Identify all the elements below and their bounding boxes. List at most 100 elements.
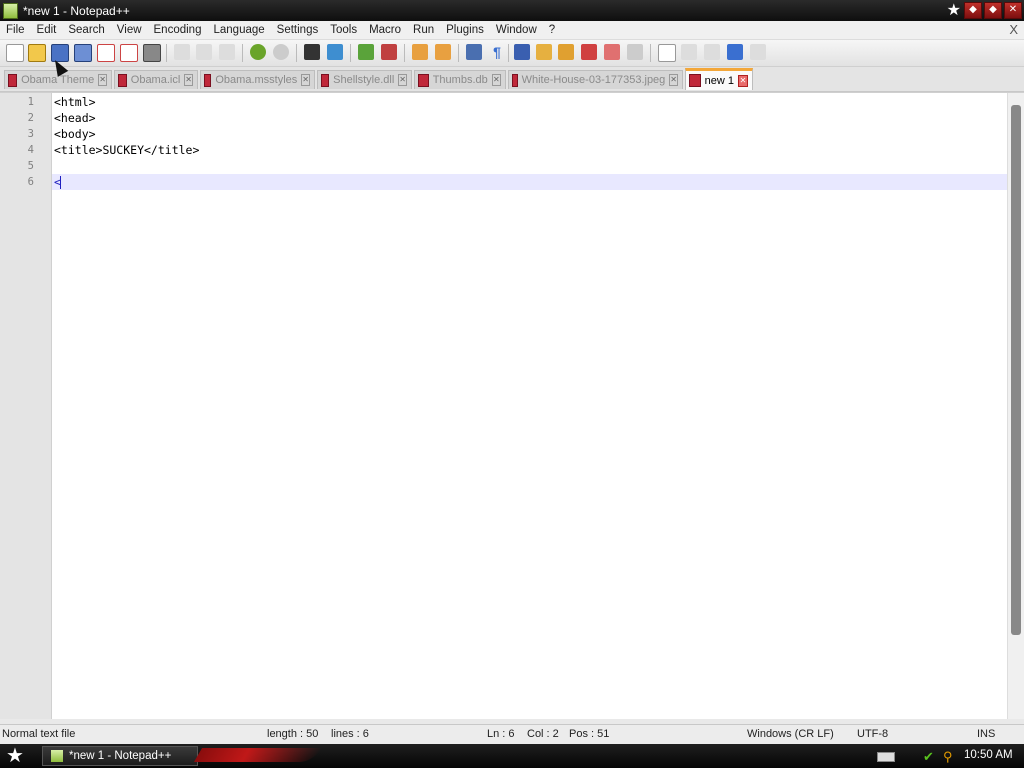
monitoring-icon[interactable]: [604, 44, 620, 60]
save-all-icon[interactable]: [74, 44, 92, 62]
tab-label: Shellstyle.dll: [333, 74, 395, 86]
code-line[interactable]: <title>SUCKEY</title>: [54, 143, 199, 157]
menu-encoding[interactable]: Encoding: [148, 24, 208, 36]
search-icon[interactable]: ⚲: [943, 749, 957, 764]
zoom-out-icon[interactable]: [381, 44, 397, 60]
star-icon[interactable]: ★: [947, 0, 961, 20]
minimize-button[interactable]: ◆: [964, 2, 982, 19]
code-line[interactable]: <body>: [54, 127, 96, 141]
file-icon: [204, 73, 212, 87]
menu-macro[interactable]: Macro: [363, 24, 407, 36]
network-icon[interactable]: ✔: [923, 749, 937, 764]
print-icon[interactable]: [143, 44, 161, 62]
toolbar-separator: [166, 44, 167, 62]
vertical-scrollbar[interactable]: [1007, 93, 1024, 719]
status-ln: Ln : 6: [487, 728, 515, 740]
sync-vertical-icon[interactable]: [412, 44, 428, 60]
text-caret: [60, 176, 61, 189]
find-icon[interactable]: [304, 44, 320, 60]
tab-thumbs-db[interactable]: Thumbs.db ✕: [414, 70, 506, 89]
replace-icon[interactable]: [327, 44, 343, 60]
file-icon: [689, 74, 701, 87]
clock[interactable]: 10:50 AM: [964, 749, 1013, 761]
notepadpp-icon: [51, 750, 63, 762]
line-number: 1: [27, 96, 34, 108]
stop-macro-icon[interactable]: [681, 44, 697, 60]
word-wrap-icon[interactable]: [466, 44, 482, 60]
toolbar-separator: [296, 44, 297, 62]
indent-guide-icon[interactable]: [514, 44, 530, 60]
window-title: *new 1 - Notepad++: [23, 3, 130, 18]
close-button[interactable]: ✕: [1004, 2, 1022, 19]
close-document-button[interactable]: X: [1009, 22, 1018, 37]
toolbar: ¶: [0, 40, 1024, 67]
cut-icon[interactable]: [174, 44, 190, 60]
line-number: 6: [27, 176, 34, 188]
close-tab-icon[interactable]: ✕: [98, 74, 107, 86]
file-icon: [118, 73, 127, 87]
tab-label: Obama.icl: [130, 74, 181, 86]
tab-white-house-jpeg[interactable]: White-House-03-177353.jpeg ✕: [508, 70, 683, 89]
menu-file[interactable]: File: [0, 24, 31, 36]
close-tab-icon[interactable]: ✕: [669, 74, 678, 86]
folder-as-workspace-icon[interactable]: [581, 44, 597, 60]
toolbar-separator: [350, 44, 351, 62]
menu-run[interactable]: Run: [407, 24, 440, 36]
menu-view[interactable]: View: [111, 24, 148, 36]
tab-obama-icl[interactable]: Obama.icl ✕: [114, 70, 198, 89]
menu-edit[interactable]: Edit: [31, 24, 63, 36]
scrollbar-thumb[interactable]: [1011, 105, 1021, 635]
file-icon: [321, 73, 330, 87]
paste-icon[interactable]: [219, 44, 235, 60]
status-col: Col : 2: [527, 728, 559, 740]
close-tab-icon[interactable]: ✕: [737, 74, 748, 87]
record-macro-icon[interactable]: [658, 44, 676, 62]
editor-area[interactable]: 1 2 3 4 5 6 <html> <head> <body> <title>…: [0, 92, 1024, 719]
maximize-button[interactable]: ◆: [984, 2, 1002, 19]
open-file-icon[interactable]: [28, 44, 46, 62]
line-number: 5: [27, 160, 34, 172]
menu-settings[interactable]: Settings: [271, 24, 325, 36]
panel-icon[interactable]: [627, 44, 643, 60]
new-file-icon[interactable]: [6, 44, 24, 62]
save-macro-icon[interactable]: [750, 44, 766, 60]
copy-icon[interactable]: [196, 44, 212, 60]
notepadpp-icon: [3, 2, 18, 19]
menu-language[interactable]: Language: [207, 24, 270, 36]
code-line[interactable]: <head>: [54, 111, 96, 125]
close-all-icon[interactable]: [120, 44, 138, 62]
doc-map-icon[interactable]: [536, 44, 552, 60]
line-number: 3: [27, 128, 34, 140]
file-icon: [8, 73, 18, 87]
function-list-icon[interactable]: [558, 44, 574, 60]
keyboard-icon[interactable]: [877, 752, 895, 762]
close-tab-icon[interactable]: ✕: [184, 74, 193, 86]
start-button-star-icon[interactable]: ★: [6, 743, 24, 768]
taskbar-notepadpp-button[interactable]: *new 1 - Notepad++: [42, 746, 198, 766]
run-macro-multiple-icon[interactable]: [727, 44, 743, 60]
redo-icon[interactable]: [273, 44, 289, 60]
status-length: length : 50: [267, 728, 319, 740]
file-icon: [512, 73, 518, 87]
menu-search[interactable]: Search: [62, 24, 110, 36]
menu-tools[interactable]: Tools: [324, 24, 363, 36]
zoom-in-icon[interactable]: [358, 44, 374, 60]
close-tab-icon[interactable]: ✕: [301, 74, 310, 86]
menu-plugins[interactable]: Plugins: [440, 24, 490, 36]
toolbar-separator: [242, 44, 243, 62]
close-tab-icon[interactable]: ✕: [398, 74, 407, 86]
play-macro-icon[interactable]: [704, 44, 720, 60]
tab-new-1[interactable]: new 1 ✕: [685, 68, 753, 90]
menu-help[interactable]: ?: [543, 24, 561, 36]
current-line-highlight: [52, 174, 1008, 190]
tab-label: new 1: [704, 74, 734, 87]
show-all-characters-icon[interactable]: ¶: [489, 44, 505, 60]
undo-icon[interactable]: [250, 44, 266, 60]
menu-window[interactable]: Window: [490, 24, 543, 36]
sync-horizontal-icon[interactable]: [435, 44, 451, 60]
close-tab-icon[interactable]: ✕: [491, 74, 501, 86]
close-file-icon[interactable]: [97, 44, 115, 62]
tab-shellstyle-dll[interactable]: Shellstyle.dll ✕: [317, 70, 412, 89]
tab-obama-msstyles[interactable]: Obama.msstyles ✕: [200, 70, 315, 89]
code-line[interactable]: <html>: [54, 95, 96, 109]
